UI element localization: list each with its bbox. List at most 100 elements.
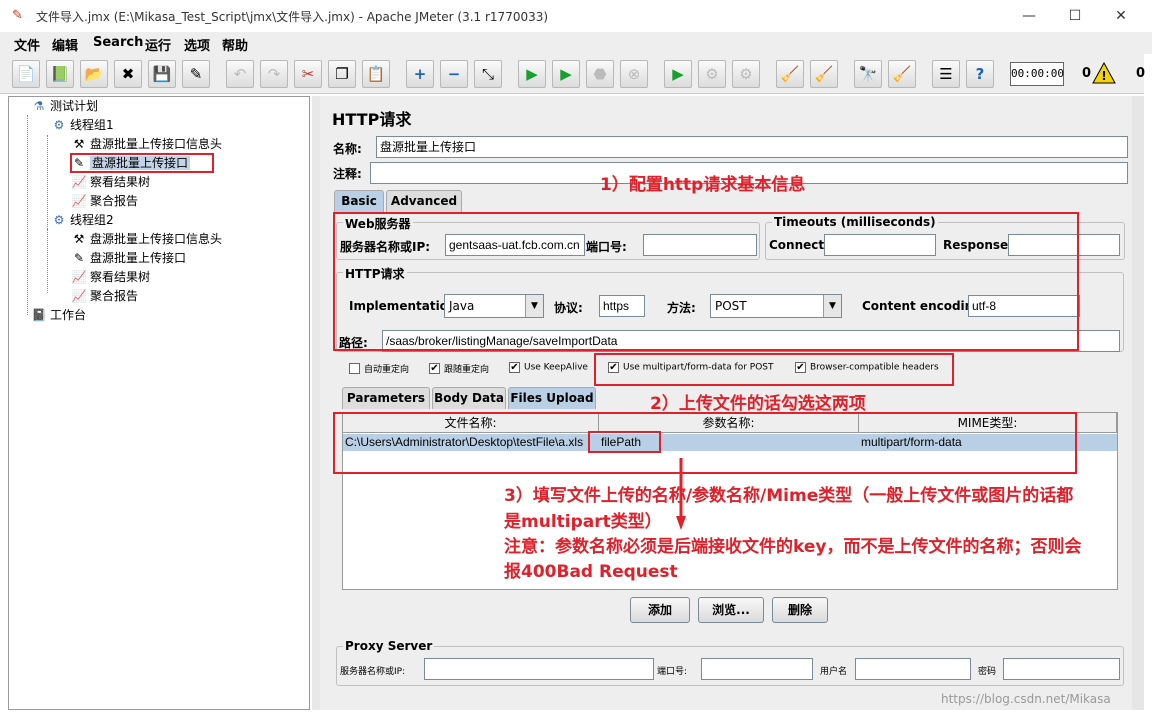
cut-icon[interactable]: ✂ (294, 60, 322, 88)
active-threads-count: 0 (1136, 66, 1146, 81)
clear-icon[interactable]: 🧹 (776, 60, 804, 88)
delete-button[interactable]: 删除 (772, 597, 828, 623)
auto-redirect-checkbox[interactable]: 自动重定向 (349, 362, 409, 375)
panel-title: HTTP请求 (332, 110, 412, 129)
wrench-icon: ⚒ (73, 231, 85, 246)
splitter[interactable] (312, 96, 320, 710)
comment-label: 注释: (333, 167, 362, 181)
save-icon[interactable]: 💾 (148, 60, 176, 88)
browse-button[interactable]: 浏览... (698, 597, 764, 623)
tree-node-thread-group-2[interactable]: ⚙ 线程组2 (51, 211, 114, 229)
clear-all-icon[interactable]: 🧹 (810, 60, 838, 88)
proxy-title: Proxy Server (343, 639, 435, 653)
error-count: 0 (1082, 66, 1092, 81)
svg-text:!: ! (1101, 69, 1106, 83)
tree-node-workbench[interactable]: 📓 工作台 (31, 306, 87, 324)
elapsed-timer: 00:00:00 (1010, 62, 1064, 86)
tree-node-aggregate-report-1[interactable]: 📈 聚合报告 (71, 192, 139, 210)
open-icon[interactable]: 📂 (80, 60, 108, 88)
proxy-user-label: 用户名 (820, 667, 848, 677)
menu-file[interactable]: 文件 (14, 35, 40, 54)
help-icon[interactable]: ? (966, 60, 994, 88)
new-icon[interactable]: 📄 (12, 60, 40, 88)
tree-node-header-manager-1[interactable]: ⚒ 盘源批量上传接口信息头 (71, 135, 222, 153)
tree-node-results-tree-1[interactable]: 📈 察看结果树 (71, 173, 151, 191)
graph-icon: 📈 (71, 193, 87, 208)
tree-node-thread-group-1[interactable]: ⚙ 线程组1 (51, 116, 114, 134)
checkmark-icon: ✔ (509, 362, 520, 373)
copy-icon[interactable]: ❐ (328, 60, 356, 88)
paste-icon[interactable]: 📋 (362, 60, 390, 88)
workbench-icon: 📓 (31, 307, 47, 322)
annotation-text-3-line-4: 报400Bad Request (504, 562, 678, 582)
menu-run[interactable]: 运行 (145, 35, 171, 54)
search-icon[interactable]: 🔭 (854, 60, 882, 88)
tab-basic[interactable]: Basic (334, 190, 384, 212)
annotation-box-files-table (333, 412, 1077, 474)
checkbox-box (349, 363, 360, 374)
tab-advanced[interactable]: Advanced (386, 190, 462, 212)
close-button[interactable]: ✕ (1098, 0, 1144, 32)
tree-node-aggregate-report-2[interactable]: 📈 聚合报告 (71, 287, 139, 305)
remote-stop-icon[interactable]: ⚙ (698, 60, 726, 88)
menu-options[interactable]: 选项 (184, 35, 210, 54)
checkmark-icon: ✔ (429, 363, 440, 374)
gear-icon: ⚙ (53, 117, 65, 132)
jmeter-feather-icon: ✎ (12, 8, 23, 23)
title-bar: ✎ 文件导入.jmx (E:\Mikasa_Test_Script\jmx\文件… (0, 0, 1152, 32)
tab-body-data[interactable]: Body Data (432, 387, 506, 409)
proxy-port-label: 端口号: (657, 667, 688, 677)
maximize-button[interactable]: ☐ (1052, 0, 1098, 32)
name-field[interactable]: 盘源批量上传接口 (376, 136, 1128, 158)
tree-node-test-plan[interactable]: ⚗ 测试计划 (31, 97, 98, 115)
watermark: https://blog.csdn.net/Mikasa (941, 692, 1111, 706)
remote-shutdown-icon[interactable]: ⚙ (732, 60, 760, 88)
proxy-user-field[interactable] (855, 658, 971, 680)
shutdown-icon[interactable]: ⊗ (620, 60, 648, 88)
add-button[interactable]: 添加 (630, 597, 690, 623)
annotation-text-1: 1）配置http请求基本信息 (600, 175, 806, 195)
tree-node-results-tree-2[interactable]: 📈 察看结果树 (71, 268, 151, 286)
graph-icon: 📈 (71, 269, 87, 284)
close-file-icon[interactable]: ✖ (114, 60, 142, 88)
start-no-pause-icon[interactable]: ▶ (552, 60, 580, 88)
toolbar: 📄 📗 📂 ✖ 💾 ✎ ↶ ↷ ✂ ❐ 📋 + − ⤡ ▶ ▶ ⬣ ⊗ ▶ ⚙ … (0, 54, 1146, 94)
expand-icon[interactable]: + (406, 60, 434, 88)
start-icon[interactable]: ▶ (518, 60, 546, 88)
tree-node-http-request-2[interactable]: ✎ 盘源批量上传接口 (71, 249, 186, 267)
minimize-button[interactable]: — (1006, 0, 1052, 32)
proxy-password-label: 密码 (978, 667, 997, 677)
stop-icon[interactable]: ⬣ (586, 60, 614, 88)
flask-icon: ⚗ (33, 98, 45, 113)
proxy-server-field[interactable] (424, 658, 654, 680)
warning-icon[interactable]: ! (1092, 62, 1116, 84)
annotation-text-3-line-2: 是multipart类型） (504, 512, 662, 532)
scrollbar[interactable] (1132, 96, 1144, 710)
redo-icon[interactable]: ↷ (260, 60, 288, 88)
pipette-icon: ✎ (73, 250, 85, 265)
menu-search[interactable]: Search (93, 35, 143, 50)
remote-start-icon[interactable]: ▶ (664, 60, 692, 88)
follow-redirect-checkbox[interactable]: ✔ 跟随重定向 (429, 362, 489, 375)
annotation-text-2: 2）上传文件的话勾选这两项 (650, 394, 866, 414)
tab-files-upload[interactable]: Files Upload (508, 387, 596, 409)
menu-bar: 文件 编辑 Search 运行 选项 帮助 (0, 32, 1152, 54)
collapse-icon[interactable]: − (440, 60, 468, 88)
test-plan-tree: ⚗ 测试计划 ⚙ 线程组1 ⚒ 盘源批量上传接口信息头 ✎ 盘源批量上传接口 📈 察看结果… (8, 96, 310, 710)
graph-icon: 📈 (71, 174, 87, 189)
tab-parameters[interactable]: Parameters (342, 387, 430, 409)
gear-icon: ⚙ (53, 212, 65, 227)
undo-icon[interactable]: ↶ (226, 60, 254, 88)
graph-icon: 📈 (71, 288, 87, 303)
templates-icon[interactable]: 📗 (46, 60, 74, 88)
save-screenshot-icon[interactable]: ✎ (182, 60, 210, 88)
tree-node-header-manager-2[interactable]: ⚒ 盘源批量上传接口信息头 (71, 230, 222, 248)
keepalive-checkbox[interactable]: ✔ Use KeepAlive (509, 362, 588, 373)
reset-search-icon[interactable]: 🧹 (888, 60, 916, 88)
menu-help[interactable]: 帮助 (222, 35, 248, 54)
function-helper-icon[interactable]: ☰ (932, 60, 960, 88)
proxy-password-field[interactable] (1003, 658, 1120, 680)
menu-edit[interactable]: 编辑 (52, 35, 78, 54)
proxy-port-field[interactable] (701, 658, 813, 680)
toggle-icon[interactable]: ⤡ (474, 60, 502, 88)
